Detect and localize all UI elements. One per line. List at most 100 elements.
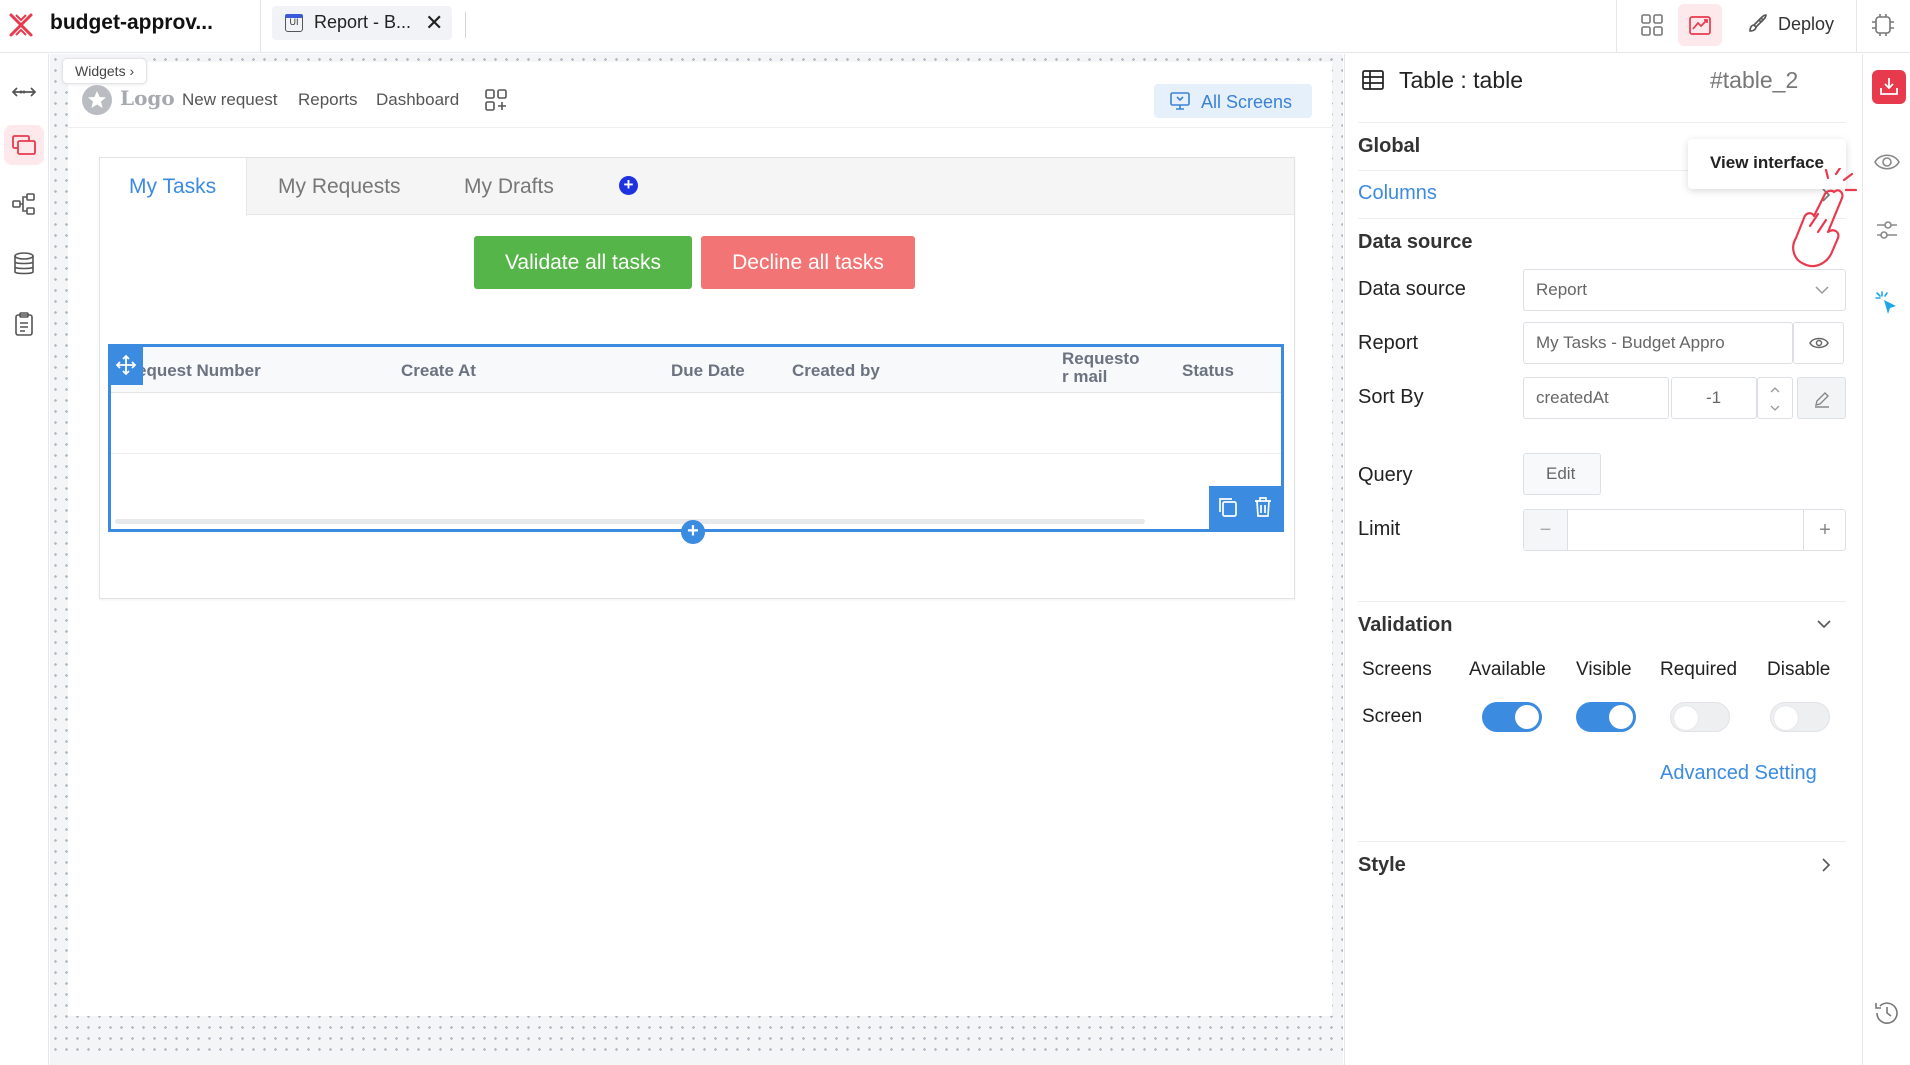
sort-field-value: createdAt bbox=[1536, 388, 1609, 407]
divider bbox=[1358, 122, 1846, 123]
divider bbox=[1358, 218, 1846, 219]
rail-download-button[interactable] bbox=[1872, 70, 1906, 104]
column-due-date[interactable]: Due Date bbox=[671, 361, 745, 381]
query-label: Query bbox=[1358, 464, 1413, 486]
sidebar-item-api[interactable] bbox=[4, 72, 44, 112]
toggle-knob bbox=[1609, 705, 1633, 729]
sidebar-item-workflows[interactable] bbox=[4, 184, 44, 224]
validate-all-button[interactable]: Validate all tasks bbox=[474, 236, 692, 289]
tab-close-icon[interactable]: ✕ bbox=[425, 10, 443, 36]
column-create-at[interactable]: Create At bbox=[401, 361, 476, 381]
report-value: My Tasks - Budget Appro bbox=[1536, 333, 1725, 352]
data-source-value: Report bbox=[1536, 280, 1588, 299]
divider bbox=[465, 12, 466, 38]
sidebar-item-screens[interactable] bbox=[4, 125, 44, 165]
eye-icon[interactable] bbox=[1874, 152, 1900, 172]
properties-panel bbox=[1344, 54, 1862, 1065]
logo-text: Logo bbox=[120, 86, 175, 110]
app-logo-icon[interactable] bbox=[8, 12, 34, 38]
report-select[interactable]: My Tasks - Budget Appro bbox=[1523, 322, 1793, 364]
decline-all-button[interactable]: Decline all tasks bbox=[701, 236, 915, 289]
sort-edit-button[interactable] bbox=[1797, 377, 1846, 419]
sidebar-item-reports[interactable] bbox=[4, 304, 44, 344]
monitor-icon bbox=[1170, 92, 1190, 110]
add-widget-grid-icon[interactable] bbox=[484, 88, 508, 112]
right-rail bbox=[1862, 54, 1910, 1065]
query-edit-button[interactable]: Edit bbox=[1523, 453, 1601, 495]
app-name[interactable]: budget-approv... bbox=[50, 11, 213, 35]
tab-my-requests[interactable]: My Requests bbox=[278, 175, 401, 199]
add-widget-below-button[interactable]: + bbox=[681, 520, 705, 544]
nav-link-new-request[interactable]: New request bbox=[182, 90, 277, 110]
delete-icon[interactable] bbox=[1252, 495, 1274, 519]
editor-tab-label[interactable]: Report - B... bbox=[314, 12, 411, 33]
limit-decrement[interactable]: − bbox=[1524, 510, 1568, 550]
chevron-right-icon[interactable] bbox=[1820, 857, 1832, 873]
limit-stepper[interactable]: − + bbox=[1523, 509, 1846, 551]
column-created-by[interactable]: Created by bbox=[792, 361, 880, 381]
widgets-breadcrumb[interactable]: Widgets › bbox=[62, 58, 148, 84]
section-global[interactable]: Global bbox=[1358, 135, 1420, 158]
report-label: Report bbox=[1358, 332, 1419, 354]
sliders-icon[interactable] bbox=[1875, 218, 1899, 242]
widgets-grid-icon[interactable] bbox=[1640, 13, 1664, 37]
screens-icon bbox=[12, 135, 36, 155]
all-screens-button[interactable]: All Screens bbox=[1154, 84, 1312, 118]
left-sidebar bbox=[0, 54, 49, 1065]
divider bbox=[1856, 0, 1857, 53]
sort-stepper-arrows[interactable] bbox=[1757, 377, 1793, 419]
available-toggle[interactable] bbox=[1482, 702, 1542, 732]
nav-link-dashboard[interactable]: Dashboard bbox=[376, 90, 459, 110]
advanced-setting-link[interactable]: Advanced Setting bbox=[1660, 762, 1817, 785]
all-screens-label: All Screens bbox=[1201, 92, 1293, 112]
table-horizontal-scrollbar[interactable] bbox=[115, 519, 1145, 524]
columns-link[interactable]: Columns bbox=[1358, 182, 1437, 205]
api-icon[interactable] bbox=[1870, 13, 1896, 37]
deploy-button[interactable]: Deploy bbox=[1745, 10, 1845, 40]
section-validation[interactable]: Validation bbox=[1358, 614, 1452, 637]
sort-direction-value: -1 bbox=[1706, 388, 1722, 407]
sort-direction-stepper[interactable]: -1 bbox=[1671, 377, 1757, 419]
panel-title: Table : table bbox=[1399, 67, 1524, 93]
column-request-number[interactable]: equest Number bbox=[137, 361, 261, 381]
tab-my-tasks[interactable]: My Tasks bbox=[129, 175, 216, 199]
pointer-hand-icon bbox=[1792, 168, 1858, 268]
chevron-down-icon[interactable] bbox=[1816, 618, 1832, 630]
duplicate-icon[interactable] bbox=[1217, 496, 1239, 518]
col-available: Available bbox=[1469, 659, 1546, 680]
column-requestor-mail[interactable]: Requesto r mail bbox=[1062, 350, 1139, 386]
tab-my-drafts[interactable]: My Drafts bbox=[464, 175, 554, 199]
section-style[interactable]: Style bbox=[1358, 854, 1406, 877]
table-icon bbox=[1362, 70, 1384, 90]
add-tab-button[interactable]: + bbox=[619, 176, 638, 195]
screen-row-label: Screen bbox=[1362, 706, 1423, 727]
widget-id[interactable]: #table_2 bbox=[1710, 67, 1798, 94]
analytics-icon bbox=[1689, 16, 1711, 35]
data-source-label: Data source bbox=[1358, 278, 1466, 300]
col-visible: Visible bbox=[1576, 659, 1632, 680]
chevron-down-icon bbox=[1815, 286, 1829, 295]
view-report-button[interactable] bbox=[1793, 322, 1844, 364]
col-required: Required bbox=[1660, 659, 1738, 680]
limit-increment[interactable]: + bbox=[1803, 510, 1846, 550]
nav-link-reports[interactable]: Reports bbox=[298, 90, 358, 110]
move-handle[interactable] bbox=[109, 345, 143, 385]
analytics-button[interactable] bbox=[1678, 4, 1722, 46]
toggle-knob bbox=[1674, 706, 1698, 730]
logo-star-icon bbox=[82, 85, 112, 115]
col-screens: Screens bbox=[1362, 659, 1432, 680]
disable-toggle[interactable] bbox=[1770, 702, 1830, 732]
history-icon[interactable] bbox=[1873, 999, 1901, 1027]
move-arrows-icon bbox=[115, 354, 137, 376]
sort-field-input[interactable]: createdAt bbox=[1523, 377, 1669, 419]
sort-by-label: Sort By bbox=[1358, 386, 1424, 408]
divider bbox=[1358, 601, 1846, 602]
column-status[interactable]: Status bbox=[1182, 361, 1234, 381]
pencil-icon bbox=[1815, 392, 1829, 408]
required-toggle[interactable] bbox=[1670, 702, 1730, 732]
visible-toggle[interactable] bbox=[1576, 702, 1636, 732]
table-header: equest Number Create At Due Date Created… bbox=[111, 347, 1281, 393]
rocket-icon bbox=[1749, 14, 1767, 32]
cursor-click-icon[interactable] bbox=[1874, 290, 1900, 318]
sidebar-item-database[interactable] bbox=[4, 244, 44, 284]
